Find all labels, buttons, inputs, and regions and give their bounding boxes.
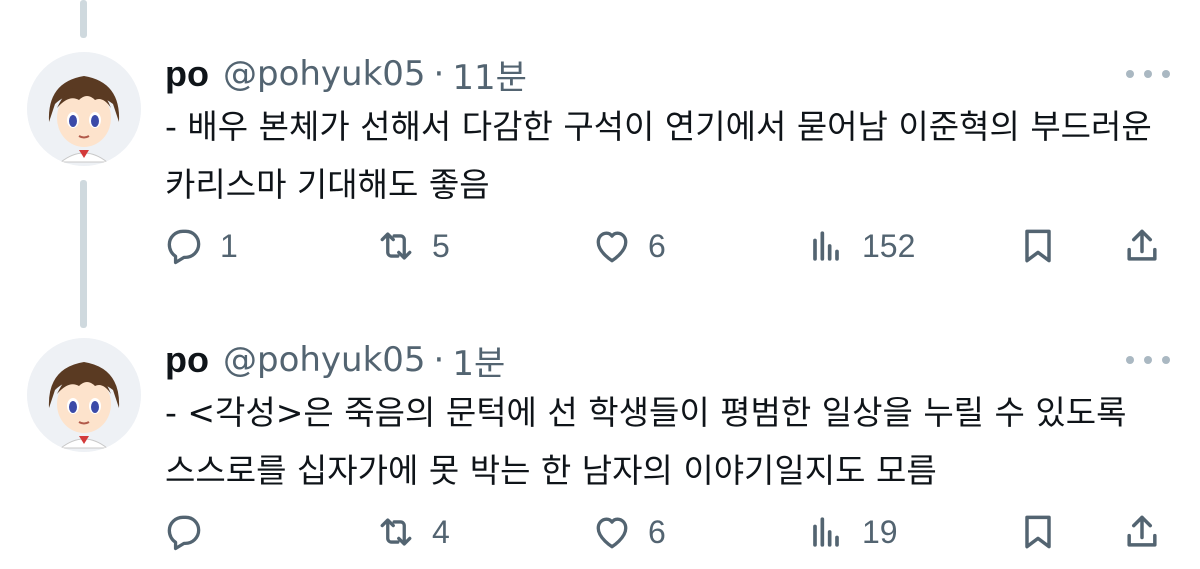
reply-icon [167,515,201,551]
share-icon [1127,515,1157,547]
bookmark-button[interactable] [1016,504,1060,560]
display-name[interactable]: po [165,339,209,381]
tweet[interactable]: po @pohyuk05 · 1분 - <각성>은 죽음의 문턱에 선 학생들이… [0,338,1200,568]
repost-button[interactable]: 5 [374,218,450,274]
share-button[interactable] [1120,218,1164,274]
avatar[interactable] [27,338,141,452]
like-count: 6 [648,513,666,550]
tweet-text: - 배우 본체가 선해서 다감한 구석이 연기에서 묻어남 이준혁의 부드러운 … [165,107,1152,204]
views-button[interactable]: 19 [804,504,898,560]
display-name[interactable]: po [165,53,209,95]
separator-dot: · [433,340,445,380]
bookmark-icon [1025,229,1051,263]
share-icon [1127,229,1157,261]
reply-button[interactable]: 1 [162,218,238,274]
repost-count: 4 [432,513,450,550]
view-count: 19 [862,513,898,550]
like-button[interactable]: 6 [590,218,666,274]
tweet-header: po @pohyuk05 · 11분 [165,50,527,99]
bookmark-button[interactable] [1016,218,1060,274]
repost-count: 5 [432,227,450,264]
action-bar: 4 6 19 [0,504,1200,564]
like-count: 6 [648,227,666,264]
share-button[interactable] [1120,504,1164,560]
user-handle[interactable]: @pohyuk05 [223,340,426,380]
reply-icon [167,229,201,265]
timestamp[interactable]: 1분 [452,336,505,385]
more-dots-icon[interactable] [1126,346,1170,374]
views-chart-icon [813,517,839,547]
thread-line-top [80,0,87,38]
timestamp[interactable]: 11분 [452,50,527,99]
repost-icon [380,232,412,260]
tweet-header: po @pohyuk05 · 1분 [165,336,505,385]
heart-icon [596,231,628,263]
bookmark-icon [1025,515,1051,549]
views-chart-icon [813,231,839,261]
views-button[interactable]: 152 [804,218,915,274]
view-count: 152 [862,227,916,264]
tweet[interactable]: po @pohyuk05 · 11분 - 배우 본체가 선해서 다감한 구석이 … [0,52,1200,282]
avatar[interactable] [27,52,141,166]
reply-count: 1 [220,227,238,264]
tweet-text: - <각성>은 죽음의 문턱에 선 학생들이 평범한 일상을 누릴 수 있도록 … [165,393,1127,490]
separator-dot: · [433,54,445,94]
heart-icon [596,517,628,549]
user-handle[interactable]: @pohyuk05 [223,54,426,94]
repost-button[interactable]: 4 [374,504,450,560]
action-bar: 1 5 6 152 [0,218,1200,278]
reply-button[interactable] [162,504,220,560]
like-button[interactable]: 6 [590,504,666,560]
repost-icon [380,518,412,546]
more-dots-icon[interactable] [1126,60,1170,88]
